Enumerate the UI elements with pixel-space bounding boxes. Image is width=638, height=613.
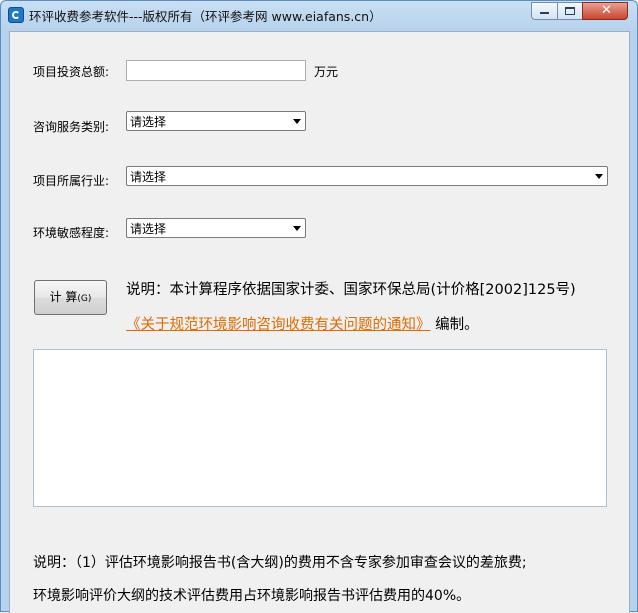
- investment-input[interactable]: [126, 60, 306, 81]
- calculate-button-label: 计 算: [49, 290, 78, 304]
- client-area: 项目投资总额: 万元 咨询服务类别: 请选择 项目所属行业: 请选择 环境敏感程…: [9, 31, 630, 613]
- title-bar[interactable]: 环评收费参考软件---版权所有（环评参考网 www.eiafans.cn） ✕: [1, 1, 637, 31]
- maximize-button[interactable]: [557, 2, 583, 20]
- calculate-button[interactable]: 计 算(G): [34, 280, 107, 315]
- industry-label: 项目所属行业:: [33, 174, 110, 188]
- chevron-down-icon: [293, 226, 301, 231]
- note-line-2: 环境影响评价大纲的技术评估费用占环境影响报告书评估费用的40%。: [33, 588, 471, 604]
- result-textarea[interactable]: [33, 349, 607, 507]
- service-type-select[interactable]: 请选择: [126, 111, 306, 131]
- regulation-link[interactable]: 《关于规范环境影响咨询收费有关问题的通知》: [126, 317, 431, 333]
- investment-unit: 万元: [314, 65, 339, 79]
- investment-label: 项目投资总额:: [33, 65, 110, 79]
- minimize-button[interactable]: [531, 2, 558, 20]
- app-icon: [8, 7, 24, 23]
- chevron-down-icon: [595, 174, 603, 179]
- maximize-icon: [565, 7, 575, 15]
- sensitivity-label: 环境敏感程度:: [33, 226, 110, 240]
- service-type-label: 咨询服务类别:: [33, 120, 110, 134]
- description-text: 说明：本计算程序依据国家计委、国家环保总局(计价格[2002]125号): [126, 282, 576, 298]
- note-line-1: 说明：（1）评估环境影响报告书(含大纲)的费用不含专家参加审查会议的差旅费;: [33, 555, 527, 571]
- close-icon: ✕: [601, 3, 612, 18]
- description-suffix: 编制。: [430, 317, 479, 333]
- sensitivity-select[interactable]: 请选择: [126, 218, 306, 238]
- chevron-down-icon: [293, 119, 301, 124]
- description-link-line: 《关于规范环境影响咨询收费有关问题的通知》 编制。: [126, 313, 479, 334]
- service-type-value: 请选择: [130, 115, 167, 129]
- app-window: 环评收费参考软件---版权所有（环评参考网 www.eiafans.cn） ✕ …: [0, 0, 638, 613]
- industry-select[interactable]: 请选择: [126, 166, 608, 186]
- minimize-icon: [540, 12, 549, 14]
- sensitivity-value: 请选择: [130, 222, 167, 236]
- close-button[interactable]: ✕: [582, 2, 628, 20]
- window-title: 环评收费参考软件---版权所有（环评参考网 www.eiafans.cn）: [29, 9, 382, 24]
- industry-value: 请选择: [130, 170, 167, 184]
- calculate-button-shortcut: (G): [77, 294, 92, 304]
